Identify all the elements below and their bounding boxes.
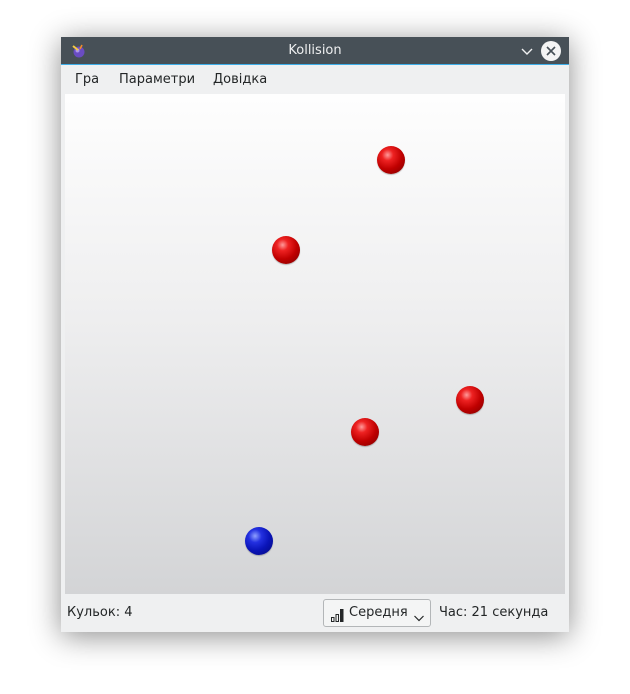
blue-ball[interactable] bbox=[245, 527, 273, 555]
red-ball bbox=[272, 236, 300, 264]
menu-game[interactable]: Гра bbox=[75, 72, 99, 87]
menu-bar: Гра Параметри Довідка bbox=[61, 65, 569, 93]
ball-count: Кульок: 4 bbox=[67, 605, 133, 620]
red-ball bbox=[456, 386, 484, 414]
difficulty-label: Середня bbox=[349, 605, 408, 620]
bar-chart-icon bbox=[331, 607, 345, 622]
window-title: Kollision bbox=[288, 43, 342, 58]
difficulty-select[interactable]: Середня bbox=[323, 599, 431, 627]
chevron-down-icon bbox=[521, 48, 533, 55]
status-bar: Кульок: 4 Середня Час: 21 секунда bbox=[61, 596, 569, 632]
close-icon bbox=[546, 46, 556, 56]
close-button[interactable] bbox=[541, 41, 561, 61]
elapsed-time: Час: 21 секунда bbox=[439, 605, 549, 620]
red-ball bbox=[351, 418, 379, 446]
chevron-down-icon bbox=[413, 608, 425, 622]
game-field[interactable] bbox=[65, 94, 565, 594]
menu-settings[interactable]: Параметри bbox=[119, 72, 195, 87]
kollision-window: Kollision Гра Параметри Довідка Кульок: … bbox=[61, 37, 569, 632]
minimize-button[interactable] bbox=[518, 42, 536, 60]
title-bar[interactable]: Kollision bbox=[61, 37, 569, 65]
menu-help[interactable]: Довідка bbox=[213, 72, 267, 87]
red-ball bbox=[377, 146, 405, 174]
